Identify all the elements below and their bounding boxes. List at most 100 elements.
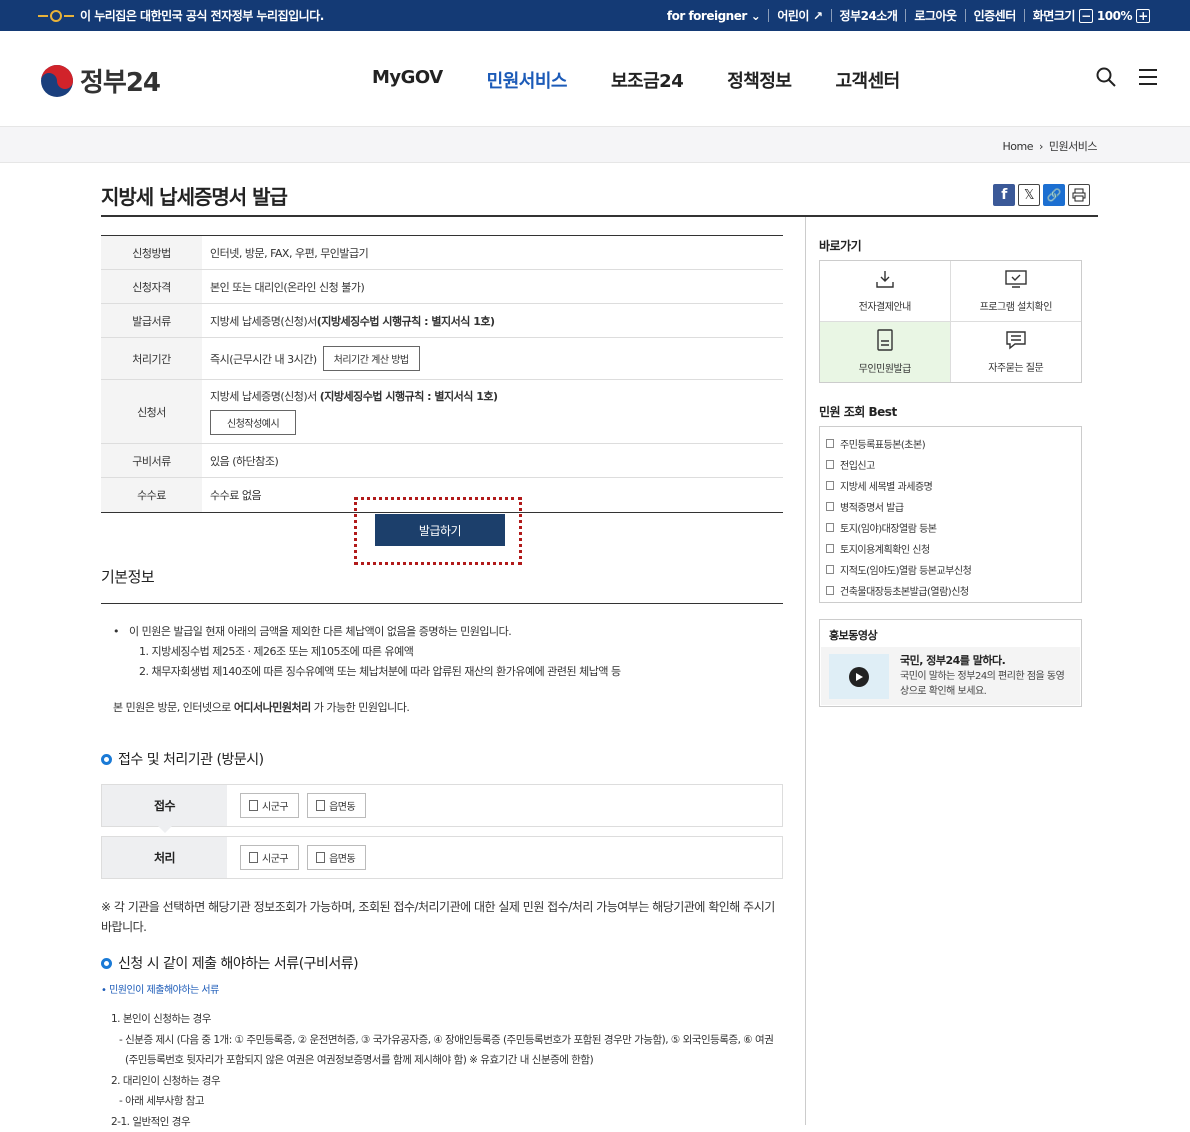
row-value: 본인 또는 대리인(온라인 신청 불가)	[202, 270, 783, 303]
taegeuk-flag-icon	[38, 10, 74, 22]
basic-info-title: 기본정보	[101, 566, 783, 604]
best-item[interactable]: 건축물대장등초본발급(열람)신청	[826, 580, 1081, 601]
building-icon	[316, 852, 325, 863]
video-thumbnail[interactable]	[829, 654, 889, 699]
circle-bullet-icon	[101, 754, 112, 765]
building-icon	[316, 800, 325, 811]
best-item[interactable]: 병적증명서 발급	[826, 496, 1081, 517]
x-twitter-icon[interactable]: 𝕏	[1018, 184, 1040, 206]
docs-line: 2-1. 일반적인 경우	[111, 1112, 791, 1132]
zoom-in-button[interactable]: +	[1136, 9, 1150, 23]
building-icon	[249, 800, 258, 811]
row-value: 지방세 납세증명(신청)서 (지방세징수법 시행규칙 : 별지서식 1호)	[202, 304, 783, 337]
agency-notice: ※ 각 기관을 선택하면 해당기관 정보조회가 가능하며, 조회된 접수/처리기…	[101, 897, 785, 937]
best-title-wrap: 민원 조회 Best	[819, 403, 897, 420]
link-copy-icon[interactable]: 🔗	[1043, 184, 1065, 206]
download-icon	[875, 269, 895, 292]
agency-section-title: 접수 및 처리기관 (방문시)	[101, 749, 264, 769]
docs-line: - 아래 세부사항 참고	[111, 1091, 791, 1112]
agency-option-sigungu[interactable]: 시군구	[240, 793, 299, 818]
table-row: 발급서류 지방세 납세증명(신청)서 (지방세징수법 시행규칙 : 별지서식 1…	[101, 304, 783, 338]
basic-sub-item: 2. 채무자회생법 제140조에 따른 징수유예액 또는 체납처분에 따라 압류…	[113, 662, 783, 682]
agency-option-eupmyeondong[interactable]: 읍면동	[307, 793, 366, 818]
best-item[interactable]: 토지이용계획확인 신청	[826, 538, 1081, 559]
document-icon	[826, 439, 834, 448]
issue-button[interactable]: 발급하기	[375, 514, 505, 546]
service-info-table: 신청방법 인터넷, 방문, FAX, 우편, 무인발급기 신청자격 본인 또는 …	[101, 235, 783, 513]
processing-time-calc-button[interactable]: 처리기간 계산 방법	[323, 346, 420, 371]
chat-bubble-icon	[1005, 330, 1027, 353]
quick-link-kiosk[interactable]: 무인민원발급	[820, 322, 951, 383]
promo-video-title: 국민, 정부24를 말하다.	[900, 652, 1005, 668]
best-item[interactable]: 전입신고	[826, 454, 1081, 475]
row-value: 인터넷, 방문, FAX, 우편, 무인발급기	[202, 236, 783, 269]
search-icon[interactable]	[1096, 67, 1116, 91]
row-value: 즉시(근무시간 내 3시간) 처리기간 계산 방법	[202, 338, 783, 379]
cert-center-link[interactable]: 인증센터	[965, 9, 1024, 22]
nav-policy-info[interactable]: 정책정보	[705, 67, 813, 93]
breadcrumb: Home › 민원서비스	[1003, 138, 1098, 154]
nav-subsidy24[interactable]: 보조금24	[589, 67, 705, 93]
best-item[interactable]: 지방세 세목별 과세증명	[826, 475, 1081, 496]
row-label: 발급서류	[101, 304, 202, 337]
table-row: 신청서 지방세 납세증명(신청)서 (지방세징수법 시행규칙 : 별지서식 1호…	[101, 380, 783, 444]
circle-bullet-icon	[101, 958, 112, 969]
facebook-icon[interactable]: f	[993, 184, 1015, 206]
form-reference: (지방세징수법 시행규칙 : 별지서식 1호)	[320, 390, 498, 403]
chevron-down-icon: ⌄	[751, 9, 761, 23]
share-buttons: f 𝕏 🔗	[993, 184, 1090, 206]
breadcrumb-current[interactable]: 민원서비스	[1049, 138, 1097, 154]
promo-title: 홍보동영상	[829, 627, 877, 643]
zoom-label: 화면크기	[1033, 7, 1075, 24]
application-example-button[interactable]: 신청작성예시	[210, 410, 296, 435]
docs-subhead: • 민원인이 제출해야하는 서류	[101, 981, 219, 996]
agency-option-sigungu[interactable]: 시군구	[240, 845, 299, 870]
agency-label: 접수	[102, 785, 227, 826]
zoom-control: 화면크기 − 100% +	[1024, 9, 1158, 22]
quick-links-title-wrap: 바로가기	[819, 237, 861, 254]
form-reference: (지방세징수법 시행규칙 : 별지서식 1호)	[317, 313, 495, 329]
best-item[interactable]: 주민등록표등본(초본)	[826, 433, 1081, 454]
menu-icon[interactable]	[1138, 67, 1158, 91]
title-row: 지방세 납세증명서 발급 f 𝕏 🔗	[101, 163, 1098, 217]
agency-option-eupmyeondong[interactable]: 읍면동	[307, 845, 366, 870]
site-header: 정부24 MyGOV 민원서비스 보조금24 정책정보 고객센터	[0, 31, 1190, 127]
best-item[interactable]: 토지(임야)대장열람 등본	[826, 517, 1081, 538]
best-item[interactable]: 지적도(임야도)열람 등본교부신청	[826, 559, 1081, 580]
kiosk-icon	[876, 329, 894, 354]
row-value: 있음 (하단참조)	[202, 444, 783, 477]
promo-video-box: 홍보동영상 국민, 정부24를 말하다. 국민이 말하는 정부24의 편리한 점…	[819, 619, 1082, 707]
for-foreigner-link[interactable]: for foreigner⌄	[659, 9, 768, 22]
site-logo[interactable]: 정부24	[40, 62, 160, 99]
page-title: 지방세 납세증명서 발급	[101, 181, 287, 210]
zoom-out-button[interactable]: −	[1079, 9, 1093, 23]
quick-link-program-check[interactable]: 프로그램 설치확인	[951, 261, 1082, 322]
basic-sub-item: 1. 지방세징수법 제25조 · 제26조 또는 제105조에 따른 유예액	[113, 642, 783, 662]
docs-line: 2. 대리인이 신청하는 경우	[111, 1071, 791, 1092]
quick-link-faq[interactable]: 자주묻는 질문	[951, 322, 1082, 383]
nav-mygov[interactable]: MyGOV	[350, 67, 465, 93]
agency-row-receipt: 접수 시군구 읍면동	[101, 784, 783, 827]
issue-button-highlight: 발급하기	[354, 497, 522, 565]
basic-bullet: 이 민원은 발급일 현재 아래의 금액을 제외한 다른 체납액이 없음을 증명하…	[129, 622, 511, 642]
row-label: 처리기간	[101, 338, 202, 379]
docs-line: - 신분증 제시 (다음 중 1개: ① 주민등록증, ② 운전면허증, ③ 국…	[111, 1030, 791, 1051]
bullet-icon: •	[113, 622, 119, 642]
logout-link[interactable]: 로그아웃	[905, 9, 964, 22]
row-label: 수수료	[101, 478, 202, 512]
nav-customer-center[interactable]: 고객센터	[813, 67, 921, 93]
table-row: 신청방법 인터넷, 방문, FAX, 우편, 무인발급기	[101, 236, 783, 270]
kids-link[interactable]: 어린이↗	[768, 9, 830, 22]
zoom-value: 100%	[1097, 9, 1132, 23]
table-row: 구비서류 있음 (하단참조)	[101, 444, 783, 478]
promo-video-item[interactable]: 국민, 정부24를 말하다. 국민이 말하는 정부24의 편리한 점을 동영상으…	[821, 647, 1080, 705]
play-icon	[849, 667, 869, 687]
print-icon[interactable]	[1068, 184, 1090, 206]
breadcrumb-home[interactable]: Home	[1003, 140, 1033, 153]
taegeuk-logo-icon	[40, 64, 74, 98]
about-link[interactable]: 정부24소개	[831, 9, 906, 22]
logo-text: 정부24	[80, 62, 160, 99]
nav-civil-service[interactable]: 민원서비스	[465, 67, 589, 93]
quick-link-payment[interactable]: 전자결제안내	[820, 261, 951, 322]
agency-row-processing: 처리 시군구 읍면동	[101, 836, 783, 879]
